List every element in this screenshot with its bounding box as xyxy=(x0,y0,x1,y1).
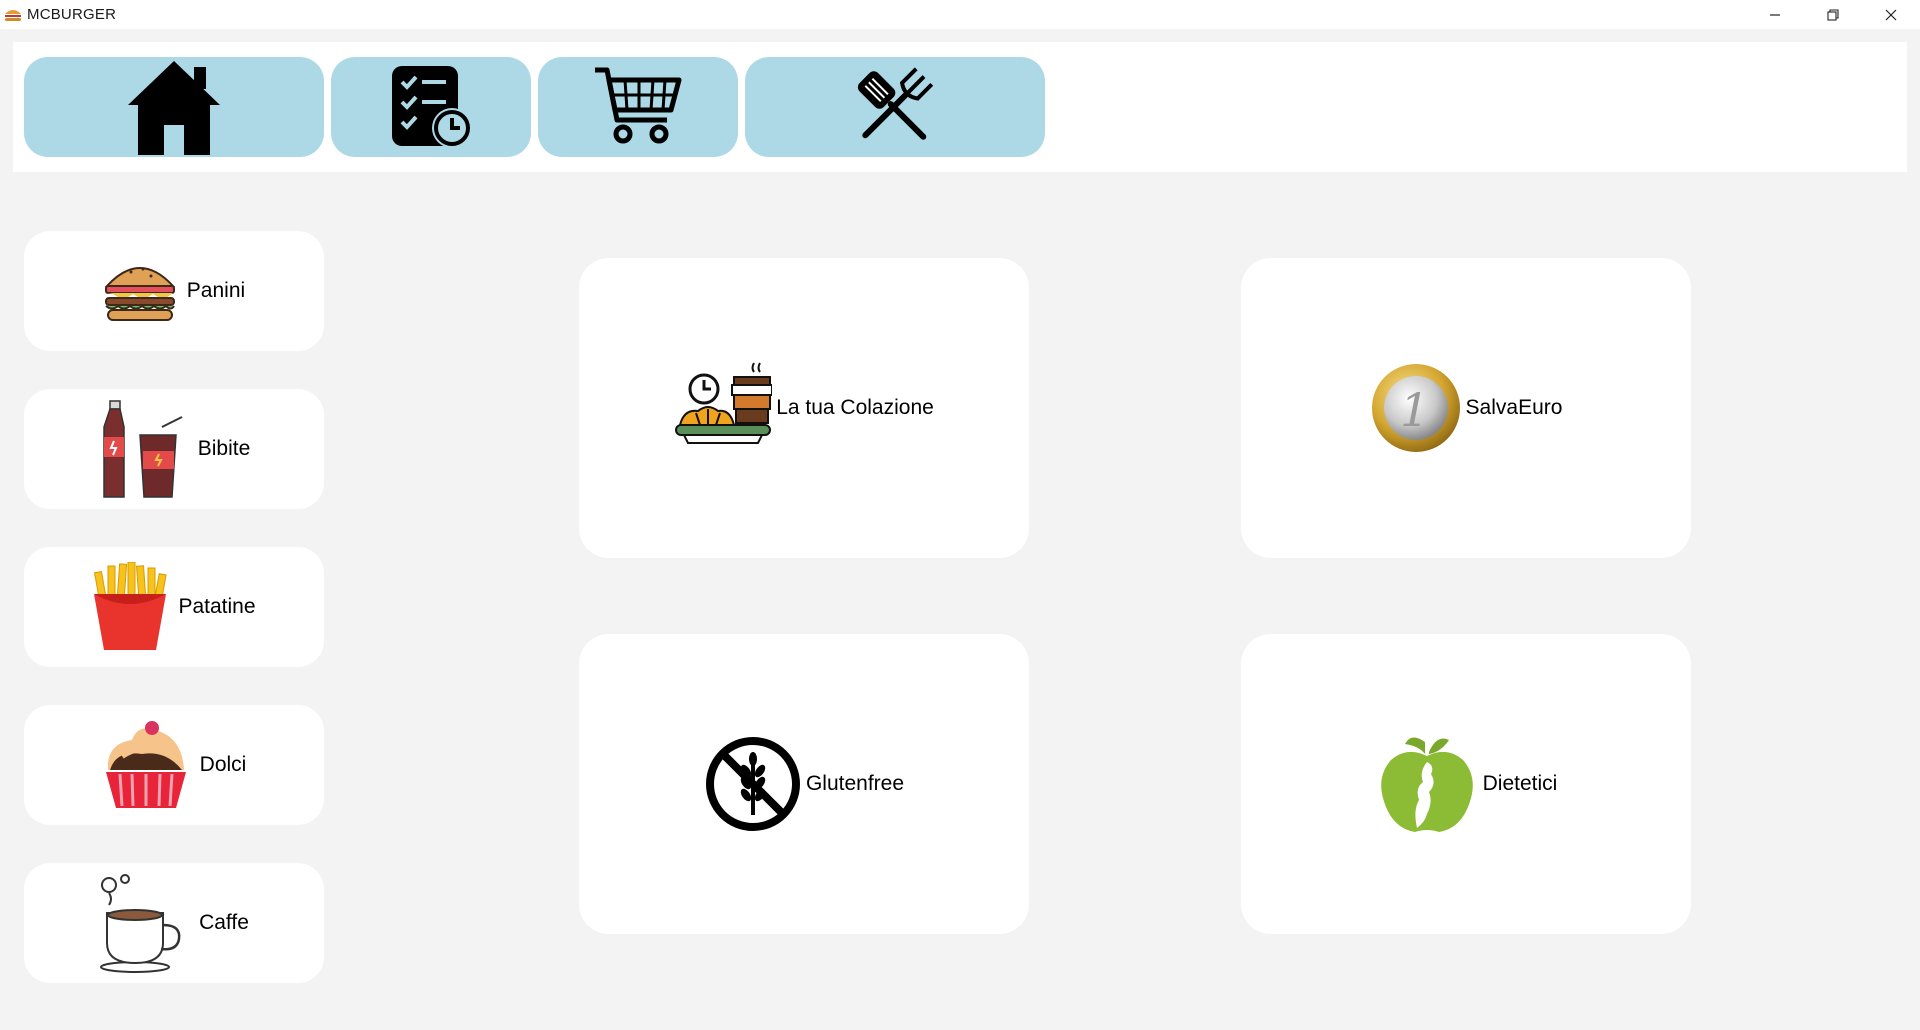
card-glutenfree[interactable]: Glutenfree xyxy=(579,634,1029,934)
restore-icon xyxy=(1827,8,1839,21)
sidebar-item-label: Dolci xyxy=(199,753,247,776)
sidebar-item-label: Patatine xyxy=(178,595,256,618)
euro-coin-icon: 1 xyxy=(1371,364,1460,452)
minimize-icon xyxy=(1770,13,1780,16)
sidebar-item-bibite[interactable]: Bibite xyxy=(24,389,324,509)
card-salvaeuro[interactable]: 1 SalvaEuro xyxy=(1241,258,1691,558)
diet-apple-icon xyxy=(1380,737,1473,832)
orders-button[interactable] xyxy=(331,57,531,157)
cart-button[interactable] xyxy=(538,57,738,157)
burger-icon xyxy=(5,9,21,21)
no-gluten-icon xyxy=(705,737,800,831)
title-bar: MCBURGER xyxy=(0,0,1920,29)
card-label: Glutenfree xyxy=(805,772,905,795)
minimize-button[interactable] xyxy=(1746,0,1804,29)
restore-button[interactable] xyxy=(1804,0,1862,29)
shopping-cart-icon xyxy=(595,67,682,144)
sidebar-item-label: Panini xyxy=(186,279,246,302)
sidebar-item-panini[interactable]: Panini xyxy=(24,231,324,351)
card-label: Dietetici xyxy=(1482,772,1558,795)
sidebar-item-caffe[interactable]: Caffe xyxy=(24,863,324,983)
house-icon xyxy=(128,61,220,155)
french-fries-icon xyxy=(94,562,168,650)
top-toolbar xyxy=(13,42,1907,172)
card-label: La tua Colazione xyxy=(776,396,934,419)
sidebar-item-label: Caffe xyxy=(199,911,249,934)
spatula-fork-icon xyxy=(857,67,934,140)
close-icon xyxy=(1885,9,1897,20)
svg-text:1: 1 xyxy=(1400,383,1429,437)
card-colazione[interactable]: La tua Colazione xyxy=(579,258,1029,558)
coffee-cup-icon xyxy=(100,874,181,973)
card-label: SalvaEuro xyxy=(1465,396,1563,419)
checklist-clock-icon xyxy=(392,66,472,148)
sidebar-item-label: Bibite xyxy=(197,437,251,460)
sidebar-item-patatine[interactable]: Patatine xyxy=(24,547,324,667)
window-title: MCBURGER xyxy=(27,6,117,23)
breakfast-icon xyxy=(675,362,773,444)
soda-drinks-icon xyxy=(102,400,183,498)
kitchen-button[interactable] xyxy=(745,57,1045,157)
cupcake-icon xyxy=(105,721,186,808)
home-button[interactable] xyxy=(24,57,324,157)
card-dietetici[interactable]: Dietetici xyxy=(1241,634,1691,934)
sidebar-item-dolci[interactable]: Dolci xyxy=(24,705,324,825)
hamburger-icon xyxy=(104,267,176,321)
close-button[interactable] xyxy=(1862,0,1920,29)
